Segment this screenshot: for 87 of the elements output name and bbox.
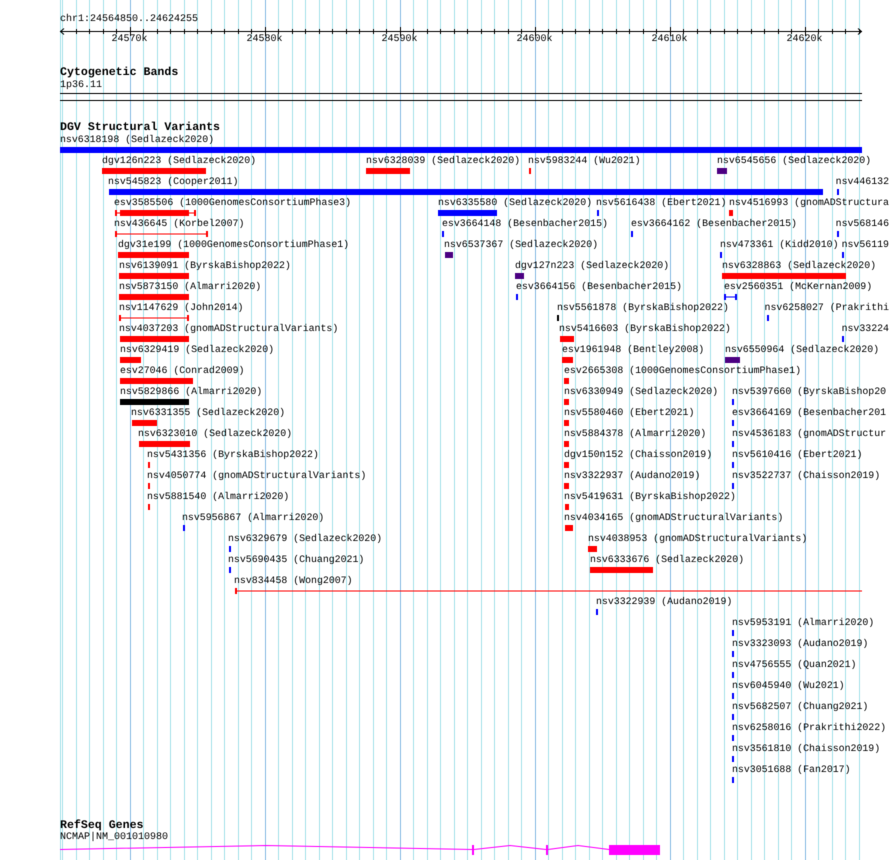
variant-label: nsv5431356 (ByrskaBishop2022) [147,449,319,461]
variant-label: nsv3561810 (Chaisson2019) [732,743,880,755]
variant-label: nsv3522737 (Chaisson2019) [732,470,880,482]
variant-label: nsv5884378 (Almarri2020) [564,428,706,440]
variant-label: nsv3322937 (Audano2019) [564,470,700,482]
variant-label: nsv5682507 (Chuang2021) [732,701,868,713]
ruler-tick-label: 24570k [112,34,148,46]
variant-label: esv3664162 (Besenbacher2015) [631,218,797,230]
coordinate-range-label: chr1:24564850..24624255 [60,14,198,26]
variant-label: nsv6329679 (Sedlazeck2020) [228,533,382,545]
variant-label: nsv1147629 (John2014) [119,302,244,314]
variant-label: nsv5416603 (ByrskaBishop2022) [559,323,731,335]
variant-label: esv3585506 (1000GenomesConsortiumPhase3) [114,197,352,209]
variant-label: nsv6318198 (Sedlazeck2020) [60,134,214,146]
variant-label: esv1961948 (Bentley2008) [562,344,704,356]
variant-label: nsv6335580 (Sedlazeck2020) [438,197,592,209]
variant-label: nsv6258027 (Prakrithi [764,302,889,314]
variant-label: nsv33224 [842,323,889,335]
variant-label: nsv5419631 (ByrskaBishop2022) [564,491,736,503]
variant-label: nsv6331355 (Sedlazeck2020) [131,407,286,419]
variant-label: nsv6550964 (Sedlazeck2020) [725,344,880,356]
ruler-tick-label: 24590k [382,34,418,46]
variant-label: nsv6330949 (Sedlazeck2020) [564,386,718,398]
ruler-tick-label: 24620k [786,34,822,46]
variant-label: nsv6537367 (Sedlazeck2020) [444,239,598,251]
variant-label: dgv31e199 (1000GenomesConsortiumPhase1) [118,239,350,251]
variant-label: nsv5610416 (Ebert2021) [732,449,862,461]
ruler-tick-label: 24600k [516,34,552,46]
variant-label: nsv5397660 (ByrskaBishop20 [732,386,886,398]
variant-label: dgv127n223 (Sedlazeck2020) [515,260,670,272]
variant-label: dgv126n223 (Sedlazeck2020) [102,155,256,167]
variant-label: nsv4038953 (gnomADStructuralVariants) [588,533,808,545]
variant-label: nsv5953191 (Almarri2020) [732,617,874,629]
variant-label: esv2665308 (1000GenomesConsortiumPhase1) [564,365,802,377]
variant-label: nsv3322939 (Audano2019) [596,596,732,608]
variant-label: nsv5690435 (Chuang2021) [228,554,364,566]
variant-label: esv3664169 (Besenbacher201 [732,407,886,419]
variant-label: nsv6328863 (Sedlazeck2020) [722,260,876,272]
variant-label: nsv5881540 (Almarri2020) [147,491,290,503]
variant-label: nsv6545656 (Sedlazeck2020) [717,155,872,167]
variant-label: nsv834458 (Wong2007) [234,575,353,587]
variant-bar[interactable] [115,210,196,216]
band-label: 1p36.11 [60,80,102,92]
variant-label: nsv5561878 (ByrskaBishop2022) [557,302,729,314]
variant-label: nsv4516993 (gnomADStructura [728,197,889,209]
track-title: RefSeq Genes [60,820,144,832]
variant-interval[interactable] [115,231,208,237]
variant-interval[interactable] [724,294,737,300]
variant-label: nsv5616438 (Ebert2021) [596,197,726,209]
variant-label: nsv3323093 (Audano2019) [732,638,868,650]
variant-label: nsv568146 [836,218,889,230]
variant-label: nsv56119 [842,239,889,251]
variant-label: nsv3051688 (Fan2017) [732,764,851,776]
variant-label: nsv5983244 (Wu2021) [528,155,641,167]
variant-label: nsv6323010 (Sedlazeck2020) [138,428,292,440]
variant-interval[interactable] [119,315,189,321]
gene-label: NCMAP|NM_001010980 [60,832,168,844]
variant-label: dgv150n152 (Chaisson2019) [564,449,712,461]
variant-label: nsv5829866 (Almarri2020) [120,386,262,398]
ruler-tick-label: 24580k [246,34,282,46]
track-title: DGV Structural Variants [60,122,220,133]
variant-label: nsv545823 (Cooper2011) [108,176,238,188]
exon-block [609,845,660,855]
variant-label: nsv4536183 (gnomADStructur [732,428,886,440]
variant-label: nsv4034165 (gnomADStructuralVariants) [564,512,784,524]
variant-label: nsv436645 (Korbel2007) [114,218,244,230]
variant-label: nsv6139091 (ByrskaBishop2022) [119,260,291,272]
ruler-tick-label: 24610k [652,34,688,46]
variant-label: nsv4050774 (gnomADStructuralVariants) [147,470,366,482]
variant-label: nsv6333676 (Sedlazeck2020) [590,554,744,566]
variant-label: esv3664148 (Besenbacher2015) [442,218,608,230]
variant-label: nsv4037203 (gnomADStructuralVariants) [119,323,338,335]
track-title: Cytogenetic Bands [60,67,178,79]
variant-label: nsv5956867 (Almarri2020) [182,512,324,524]
variant-label: esv3664156 (Besenbacher2015) [516,281,682,293]
variant-label: nsv446132 [836,176,889,188]
variant-label: nsv6045940 (Wu2021) [732,680,845,692]
variant-label: nsv5873150 (Almarri2020) [119,281,262,293]
variant-label: nsv6328039 (Sedlazeck2020) [366,155,520,167]
variant-label: nsv4756555 (Quan2021) [732,659,856,671]
variant-label: nsv6329419 (Sedlazeck2020) [120,344,274,356]
variant-label: esv2560351 (McKernan2009) [724,281,872,293]
variant-label: nsv473361 (Kidd2010) [720,239,839,251]
variant-label: esv27046 (Conrad2009) [120,365,244,377]
variant-label: nsv6258016 (Prakrithi2022) [732,722,886,734]
variant-label: nsv5580460 (Ebert2021) [564,407,694,419]
variant-interval[interactable] [235,588,862,594]
